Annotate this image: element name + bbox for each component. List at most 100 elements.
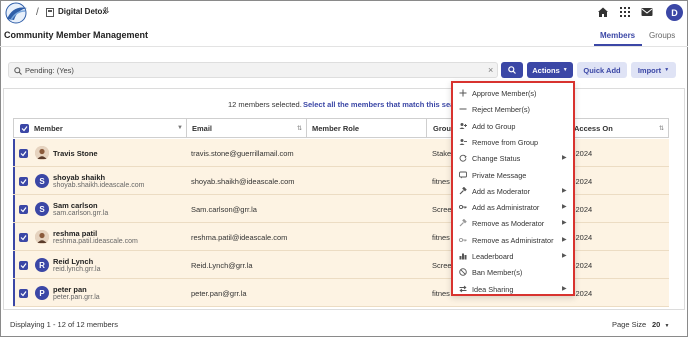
- menu-item-label: Reject Member(s): [472, 105, 530, 115]
- row-checkbox[interactable]: [19, 289, 28, 298]
- page-title: Community Member Management: [4, 30, 149, 40]
- user-avatar[interactable]: D: [666, 4, 683, 21]
- caret-down-icon: ▼: [664, 67, 670, 73]
- member-avatar[interactable]: P: [35, 286, 49, 300]
- menu-item-change-status[interactable]: Change Status ▶: [453, 150, 573, 166]
- menu-item-leaderboard[interactable]: Leaderboard ▶: [453, 248, 573, 264]
- chevron-right-icon: ▶: [562, 187, 567, 194]
- chevron-right-icon: ▶: [562, 220, 567, 227]
- row-checkbox[interactable]: [19, 261, 28, 270]
- menu-item-ban-member-s[interactable]: Ban Member(s): [453, 264, 573, 280]
- sort-icon[interactable]: ⇅: [297, 125, 302, 132]
- row-checkbox[interactable]: [19, 233, 28, 242]
- column-divider: [426, 119, 427, 138]
- ideascale-logo-icon[interactable]: [3, 2, 31, 24]
- row-checkbox[interactable]: [19, 149, 28, 158]
- member-access-on: -2024: [573, 177, 593, 186]
- header-email[interactable]: Email: [192, 124, 212, 133]
- mail-icon[interactable]: [641, 6, 653, 18]
- member-email: shoyab.shaikh@ideascale.com: [191, 177, 295, 186]
- filter-search-field[interactable]: Pending: (Yes) ×: [8, 62, 498, 78]
- member-email: peter.pan@grr.la: [191, 289, 247, 298]
- menu-item-reject-member-s[interactable]: Reject Member(s): [453, 101, 573, 117]
- search-icon: [14, 67, 22, 75]
- member-email: Reid.Lynch@grr.la: [191, 261, 253, 270]
- group-remove-icon: [459, 138, 467, 145]
- chevron-right-icon: ▶: [562, 253, 567, 259]
- chevron-right-icon: ▶: [562, 285, 567, 292]
- row-checkbox[interactable]: [19, 205, 28, 214]
- tab-members[interactable]: Members: [600, 31, 635, 40]
- menu-item-label: Add as Moderator: [472, 186, 531, 196]
- caret-down-icon: ▼: [562, 67, 568, 73]
- member-name[interactable]: shoyab shaikh: [53, 173, 105, 182]
- menu-item-remove-as-moderator[interactable]: Remove as Moderator ▶: [453, 215, 573, 231]
- member-name[interactable]: reshma patil: [53, 229, 97, 238]
- menu-item-add-to-group[interactable]: Add to Group: [453, 118, 573, 134]
- member-photo-avatar[interactable]: [35, 146, 49, 160]
- actions-button[interactable]: Actions ▼: [527, 62, 573, 78]
- member-group: fitnes: [432, 177, 450, 186]
- menu-item-add-as-moderator[interactable]: Add as Moderator ▶: [453, 183, 573, 199]
- menu-item-remove-from-group[interactable]: Remove from Group: [453, 134, 573, 150]
- sort-icon[interactable]: ⇅: [659, 125, 664, 132]
- row-selected-indicator: [13, 251, 15, 278]
- menu-item-idea-sharing[interactable]: Idea Sharing ▶: [453, 281, 573, 297]
- select-all-link[interactable]: Select all the members that match this s…: [303, 100, 466, 109]
- row-selected-indicator: [13, 223, 15, 250]
- member-email: Sam.carlson@grr.la: [191, 205, 257, 214]
- chevron-right-icon: ▶: [562, 155, 567, 162]
- page-size-label: Page Size: [612, 320, 647, 329]
- quick-add-button[interactable]: Quick Add: [577, 62, 627, 78]
- header-divider: [0, 46, 688, 47]
- member-name[interactable]: Travis Stone: [53, 149, 98, 158]
- member-access-on: -2024: [573, 205, 593, 214]
- menu-item-label: Approve Member(s): [472, 89, 537, 98]
- community-name[interactable]: Digital Detox: [58, 7, 107, 16]
- menu-item-private-message[interactable]: Private Message: [453, 167, 573, 183]
- menu-item-label: Leaderboard: [472, 252, 514, 261]
- breadcrumb-separator: /: [36, 7, 39, 18]
- row-checkbox[interactable]: [19, 177, 28, 186]
- select-all-checkbox[interactable]: [20, 124, 29, 133]
- member-group: fitnes: [432, 289, 450, 298]
- chevron-down-icon[interactable]: ▼: [177, 125, 183, 131]
- clear-filter-icon[interactable]: ×: [488, 65, 493, 75]
- member-access-on: -2024: [573, 289, 593, 298]
- page-size-select[interactable]: 20 ▼: [652, 320, 669, 329]
- row-selected-indicator: [13, 139, 15, 166]
- home-icon[interactable]: [597, 6, 609, 18]
- import-button[interactable]: Import ▼: [631, 62, 676, 78]
- header-member[interactable]: Member: [34, 124, 63, 133]
- selected-count-text: 12 members selected.: [228, 100, 302, 109]
- member-group: Scree: [432, 261, 452, 270]
- caret-down-icon: ▼: [664, 323, 670, 329]
- header-member-role[interactable]: Member Role: [312, 124, 359, 133]
- menu-item-remove-as-administrator[interactable]: Remove as Administrator ▶: [453, 232, 573, 248]
- member-name[interactable]: peter pan: [53, 285, 87, 294]
- menu-item-label: Remove as Moderator: [472, 219, 545, 229]
- menu-item-label: Add as Administrator: [472, 203, 540, 213]
- member-avatar[interactable]: S: [35, 202, 49, 216]
- member-photo-avatar[interactable]: [35, 230, 49, 244]
- member-avatar[interactable]: R: [35, 258, 49, 272]
- apps-grid-icon[interactable]: [619, 6, 631, 18]
- chevron-updown-icon[interactable]: ⇅: [103, 6, 110, 15]
- header-access-on[interactable]: Access On: [574, 124, 613, 133]
- menu-item-add-as-administrator[interactable]: Add as Administrator ▶: [453, 199, 573, 215]
- tab-groups[interactable]: Groups: [649, 31, 675, 40]
- actions-dropdown-menu: Approve Member(s) Reject Member(s) Add t…: [451, 81, 575, 296]
- ban-icon: [459, 268, 467, 277]
- menu-item-approve-member-s[interactable]: Approve Member(s): [453, 85, 573, 101]
- member-access-on: -2024: [573, 149, 593, 158]
- import-label: Import: [637, 65, 662, 75]
- member-name[interactable]: Reid Lynch: [53, 257, 93, 266]
- refresh-icon: [459, 154, 467, 162]
- member-avatar[interactable]: S: [35, 174, 49, 188]
- member-name[interactable]: Sam carlson: [53, 201, 98, 210]
- key-icon: [459, 205, 467, 210]
- search-button[interactable]: [501, 62, 523, 78]
- plus-icon: [459, 89, 467, 97]
- member-username: sam.carlson.grr.la: [53, 210, 109, 217]
- page-size-value: 20: [652, 320, 661, 329]
